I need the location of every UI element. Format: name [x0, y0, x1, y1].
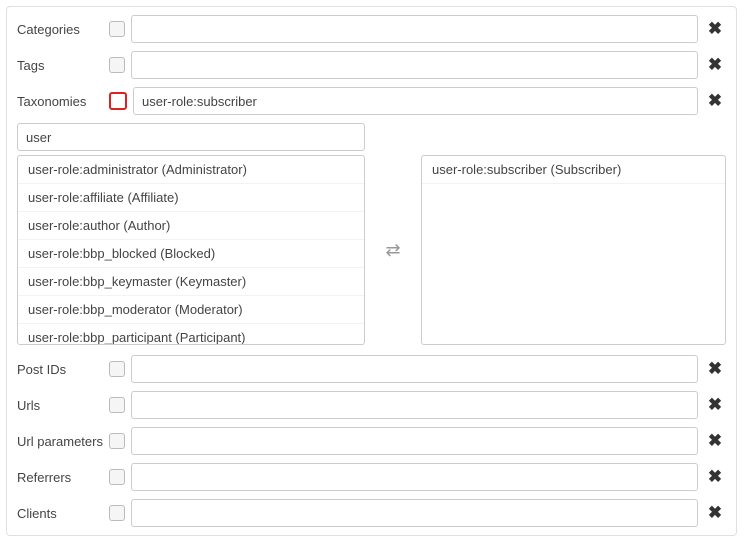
input-url-parameters[interactable]	[131, 427, 698, 455]
label-referrers: Referrers	[17, 470, 109, 485]
checkbox-categories[interactable]	[109, 21, 125, 37]
row-referrers: Referrers ✖	[17, 463, 726, 491]
list-item[interactable]: user-role:affiliate (Affiliate)	[18, 184, 364, 212]
taxonomy-search-input[interactable]	[17, 123, 365, 151]
taxonomy-duallist: user-role:administrator (Administrator) …	[17, 155, 726, 345]
input-referrers[interactable]	[131, 463, 698, 491]
checkbox-taxonomies[interactable]	[109, 92, 127, 110]
checkbox-referrers[interactable]	[109, 469, 125, 485]
input-urls[interactable]	[131, 391, 698, 419]
checkbox-clients[interactable]	[109, 505, 125, 521]
input-clients[interactable]	[131, 499, 698, 527]
swap-icon[interactable]: ⇄	[365, 240, 421, 261]
label-clients: Clients	[17, 506, 109, 521]
input-taxonomies[interactable]	[133, 87, 698, 115]
row-clients: Clients ✖	[17, 499, 726, 527]
label-url-parameters: Url parameters	[17, 434, 109, 449]
row-categories: Categories ✖	[17, 15, 726, 43]
input-post-ids[interactable]	[131, 355, 698, 383]
list-item[interactable]: user-role:bbp_moderator (Moderator)	[18, 296, 364, 324]
remove-tags[interactable]: ✖	[704, 55, 726, 75]
taxonomy-selected-list[interactable]: user-role:subscriber (Subscriber)	[421, 155, 726, 345]
remove-clients[interactable]: ✖	[704, 503, 726, 523]
checkbox-post-ids[interactable]	[109, 361, 125, 377]
taxonomy-available-list[interactable]: user-role:administrator (Administrator) …	[17, 155, 365, 345]
row-url-parameters: Url parameters ✖	[17, 427, 726, 455]
remove-url-parameters[interactable]: ✖	[704, 431, 726, 451]
checkbox-tags[interactable]	[109, 57, 125, 73]
list-item[interactable]: user-role:administrator (Administrator)	[18, 156, 364, 184]
label-urls: Urls	[17, 398, 109, 413]
label-taxonomies: Taxonomies	[17, 94, 109, 109]
taxonomy-selector: user-role:administrator (Administrator) …	[17, 123, 726, 345]
remove-categories[interactable]: ✖	[704, 19, 726, 39]
row-taxonomies: Taxonomies ✖	[17, 87, 726, 115]
label-tags: Tags	[17, 58, 109, 73]
remove-referrers[interactable]: ✖	[704, 467, 726, 487]
remove-urls[interactable]: ✖	[704, 395, 726, 415]
checkbox-urls[interactable]	[109, 397, 125, 413]
remove-taxonomies[interactable]: ✖	[704, 91, 726, 111]
input-categories[interactable]	[131, 15, 698, 43]
checkbox-url-parameters[interactable]	[109, 433, 125, 449]
row-tags: Tags ✖	[17, 51, 726, 79]
conditions-panel: Categories ✖ Tags ✖ Taxonomies ✖ user-ro…	[6, 6, 737, 536]
input-tags[interactable]	[131, 51, 698, 79]
list-item[interactable]: user-role:subscriber (Subscriber)	[422, 156, 725, 184]
label-categories: Categories	[17, 22, 109, 37]
list-item[interactable]: user-role:bbp_keymaster (Keymaster)	[18, 268, 364, 296]
list-item[interactable]: user-role:bbp_participant (Participant)	[18, 324, 364, 344]
remove-post-ids[interactable]: ✖	[704, 359, 726, 379]
list-item[interactable]: user-role:bbp_blocked (Blocked)	[18, 240, 364, 268]
list-item[interactable]: user-role:author (Author)	[18, 212, 364, 240]
row-post-ids: Post IDs ✖	[17, 355, 726, 383]
label-post-ids: Post IDs	[17, 362, 109, 377]
row-urls: Urls ✖	[17, 391, 726, 419]
